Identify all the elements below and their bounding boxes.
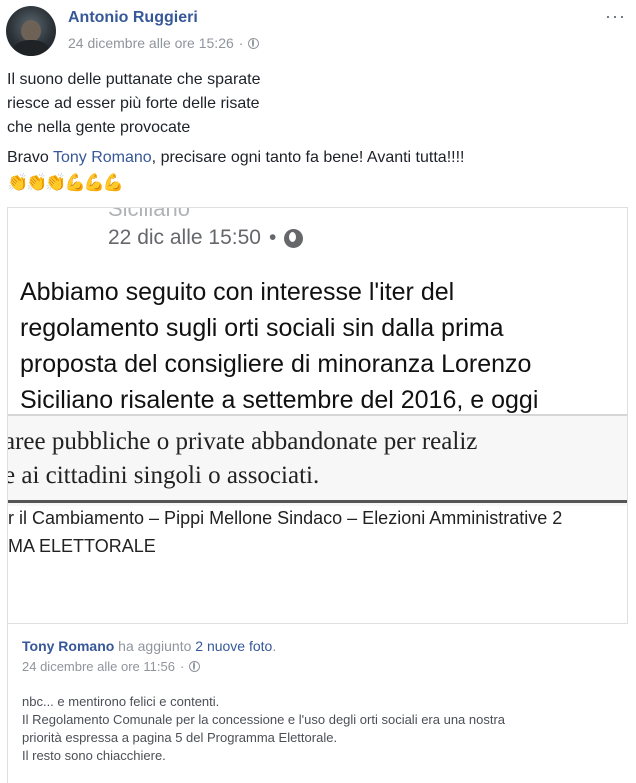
post-line: che nella gente provocate — [7, 119, 191, 136]
desc-line: nbc... e mentirono felici e contenti. — [22, 694, 220, 709]
photo-post-text: Abbiamo seguito con interesse l'iter del… — [20, 274, 627, 418]
post-line: riesce ad esser più forte delle risate — [7, 95, 260, 112]
shared-action: ha aggiunto — [114, 638, 196, 654]
post-line: Il suono delle puttanate che sparate — [7, 71, 261, 88]
shared-meta: 24 dicembre alle ore 11:56 · — [22, 659, 201, 674]
document-divider — [8, 500, 627, 503]
photo-globe-icon — [284, 228, 304, 248]
bravo-suffix: , precisare ogni tanto fa bene! Avanti t… — [151, 149, 465, 166]
shared-post-header: Tony Romano ha aggiunto 2 nuove foto. — [22, 638, 276, 654]
shared-photos-link[interactable]: 2 nuove foto — [195, 638, 272, 654]
post-text: Il suono delle puttanate che sparate rie… — [7, 68, 261, 140]
emoji-row: 👏👏👏💪💪💪 — [7, 173, 124, 192]
globe-icon[interactable] — [189, 661, 201, 672]
photo-cut-text: Siciliano — [108, 207, 190, 221]
shared-timestamp[interactable]: 24 dicembre alle ore 11:56 — [22, 659, 175, 674]
post-author-name[interactable]: Antonio Ruggieri — [68, 9, 198, 27]
shared-photo[interactable]: Siciliano 22 dic alle 15:50 • Abbiamo se… — [7, 207, 628, 624]
photo-text-line: proposta del consigliere di minoranza Lo… — [20, 350, 532, 378]
photo-timestamp-row: 22 dic alle 15:50 • — [108, 226, 304, 250]
photo-text-line: Abbiamo seguito con interesse l'iter del — [20, 278, 455, 306]
photo-separator: • — [268, 226, 277, 249]
bravo-prefix: Bravo — [7, 149, 53, 166]
meta-separator: · — [238, 35, 244, 51]
post-timestamp[interactable]: 24 dicembre alle ore 15:26 — [68, 35, 234, 51]
shared-period: . — [272, 638, 277, 654]
scan-line: aree pubbliche o private abbandonate per… — [7, 428, 478, 455]
globe-icon[interactable] — [248, 37, 260, 49]
photo-text-line: regolamento sugli orti sociali sin dalla… — [20, 314, 504, 342]
photo-timestamp: 22 dic alle 15:50 — [108, 226, 261, 249]
post-meta: 24 dicembre alle ore 15:26 · — [68, 35, 260, 51]
avatar-head — [21, 20, 41, 42]
author-avatar[interactable] — [6, 6, 56, 56]
scan-line: e ai cittadini singoli o associati. — [7, 462, 320, 489]
shared-author-name[interactable]: Tony Romano — [22, 638, 114, 654]
mention-link[interactable]: Tony Romano — [53, 149, 152, 166]
shared-post: Tony Romano ha aggiunto 2 nuove foto. 24… — [7, 624, 628, 783]
scan-footer-line: MA ELETTORALE — [8, 536, 156, 556]
desc-line: Il Regolamento Comunale per la concessio… — [22, 712, 506, 727]
shared-separator: · — [179, 659, 185, 674]
photo-text-line: Siciliano risalente a settembre del 2016… — [20, 386, 539, 414]
desc-line: Il resto sono chiacchiere. — [22, 748, 166, 763]
scanned-document: aree pubbliche o private abbandonate per… — [7, 414, 627, 506]
avatar-body — [13, 40, 49, 56]
shared-description: nbc... e mentirono felici e contenti. Il… — [22, 693, 622, 765]
desc-line: priorità espressa a pagina 5 del Program… — [22, 730, 338, 745]
scan-footer-line: r il Cambiamento – Pippi Mellone Sindaco… — [8, 508, 563, 528]
more-options-icon[interactable]: ··· — [605, 6, 626, 27]
post-bravo-line: Bravo Tony Romano, precisare ogni tanto … — [7, 149, 464, 167]
